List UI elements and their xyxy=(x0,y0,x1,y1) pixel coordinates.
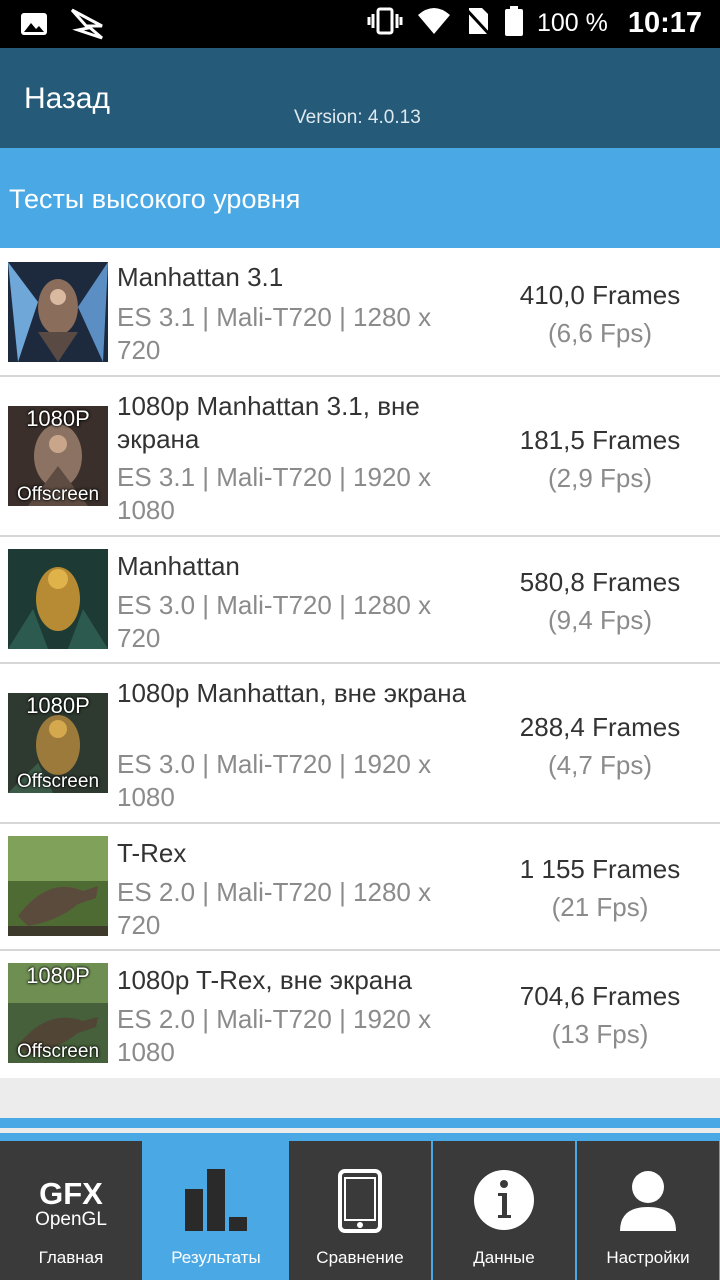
no-sim-icon xyxy=(464,6,492,41)
test-title: 1080p Manhattan 3.1, вне экрана xyxy=(117,391,420,454)
wifi-icon xyxy=(417,7,451,40)
test-thumbnail xyxy=(8,549,108,649)
test-subtitle: ES 3.0 | Mali-T720 | 1280 x 720 xyxy=(117,590,432,653)
tab-label: Настройки xyxy=(606,1248,690,1267)
test-subtitle: ES 3.1 | Mali-T720 | 1920 x 1080 xyxy=(117,462,432,525)
clock: 10:17 xyxy=(627,7,702,39)
results-list: Manhattan 3.1 ES 3.1 | Mali-T720 | 1280 … xyxy=(0,248,720,1078)
test-title: Manhattan xyxy=(117,551,240,581)
phone-icon xyxy=(289,1169,431,1233)
test-title: Manhattan 3.1 xyxy=(117,262,284,292)
battery-percent: 100 % xyxy=(536,9,608,37)
tab-compare[interactable]: Сравнение xyxy=(289,1141,431,1280)
test-fps: (13 Fps) xyxy=(551,1019,649,1049)
gallery-icon xyxy=(20,10,48,43)
result-row-trex[interactable]: T-Rex ES 2.0 | Mali-T720 | 1280 x 720 1 … xyxy=(0,824,720,951)
test-frames: 288,4 Frames xyxy=(519,712,681,742)
result-row-manhattan[interactable]: Manhattan ES 3.0 | Mali-T720 | 1280 x 72… xyxy=(0,537,720,664)
gfx-logo-icon: GFX OpenGL xyxy=(0,1176,142,1231)
thumbnail-badge-bottom: Offscreen xyxy=(16,1041,100,1062)
section-title: Тесты высокого уровня xyxy=(9,184,301,214)
test-frames: 181,5 Frames xyxy=(519,425,681,455)
app-logo-icon xyxy=(70,8,104,45)
tab-settings[interactable]: Настройки xyxy=(577,1141,719,1280)
tab-label: Результаты xyxy=(171,1248,261,1267)
thumbnail-badge-top: 1080P xyxy=(26,693,90,718)
tab-info[interactable]: Данные xyxy=(433,1141,575,1280)
result-row-manhattan-31-offscreen[interactable]: 1080P Offscreen 1080p Manhattan 3.1, вне… xyxy=(0,377,720,537)
status-bar: 100 % 10:17 xyxy=(0,0,720,48)
test-thumbnail: 1080P Offscreen xyxy=(8,693,108,793)
test-subtitle: ES 3.1 | Mali-T720 | 1280 x 720 xyxy=(117,302,432,365)
test-fps: (6,6 Fps) xyxy=(547,318,653,348)
vibrate-icon xyxy=(367,6,403,41)
section-header: Тесты высокого уровня xyxy=(0,148,720,248)
person-icon xyxy=(577,1169,719,1231)
test-frames: 1 155 Frames xyxy=(519,854,681,884)
test-fps: (2,9 Fps) xyxy=(547,463,653,493)
tab-results[interactable]: Результаты xyxy=(145,1141,287,1280)
info-icon xyxy=(433,1169,575,1231)
test-title: 1080p Manhattan, вне экрана xyxy=(117,678,467,708)
test-frames: 704,6 Frames xyxy=(519,981,681,1011)
test-frames: 410,0 Frames xyxy=(519,280,681,310)
test-frames: 580,8 Frames xyxy=(519,567,681,597)
test-thumbnail: 1080P Offscreen xyxy=(8,963,108,1063)
tab-label: Данные xyxy=(473,1248,535,1267)
version-label: Version: 4.0.13 xyxy=(294,107,421,128)
back-button[interactable]: Назад xyxy=(24,82,110,116)
test-subtitle: ES 2.0 | Mali-T720 | 1280 x 720 xyxy=(117,877,432,940)
test-thumbnail xyxy=(8,836,108,936)
thumbnail-badge-top: 1080P xyxy=(26,406,90,431)
result-row-manhattan-offscreen[interactable]: 1080P Offscreen 1080p Manhattan, вне экр… xyxy=(0,664,720,824)
tab-label: Сравнение xyxy=(316,1248,404,1267)
test-fps: (9,4 Fps) xyxy=(547,605,653,635)
test-subtitle: ES 2.0 | Mali-T720 | 1920 x 1080 xyxy=(117,1004,432,1067)
test-thumbnail: 1080P Offscreen xyxy=(8,406,108,506)
logo-gfx-text: GFX xyxy=(39,1176,103,1211)
test-thumbnail xyxy=(8,262,108,362)
logo-opengl-text: OpenGL xyxy=(35,1209,107,1230)
battery-icon xyxy=(504,6,523,41)
test-title: 1080p T-Rex, вне экрана xyxy=(117,965,413,995)
test-subtitle: ES 3.0 | Mali-T720 | 1920 x 1080 xyxy=(117,749,432,812)
result-row-manhattan-31[interactable]: Manhattan 3.1 ES 3.1 | Mali-T720 | 1280 … xyxy=(0,248,720,377)
thumbnail-badge-bottom: Offscreen xyxy=(16,484,100,505)
tab-label: Главная xyxy=(38,1248,104,1267)
test-title: T-Rex xyxy=(117,838,187,868)
app-header: Назад Version: 4.0.13 xyxy=(0,48,720,148)
bottom-navigation: GFX OpenGL Главная Результаты Сравнение … xyxy=(0,1133,720,1280)
tab-home[interactable]: GFX OpenGL Главная xyxy=(0,1141,142,1280)
thumbnail-badge-bottom: Offscreen xyxy=(16,771,100,792)
test-fps: (4,7 Fps) xyxy=(547,750,653,780)
result-row-trex-offscreen[interactable]: 1080P Offscreen 1080p T-Rex, вне экрана … xyxy=(0,951,720,1078)
thumbnail-badge-top: 1080P xyxy=(26,963,90,988)
test-fps: (21 Fps) xyxy=(551,892,649,922)
divider-stripe xyxy=(0,1118,720,1128)
bar-chart-icon xyxy=(145,1169,287,1231)
